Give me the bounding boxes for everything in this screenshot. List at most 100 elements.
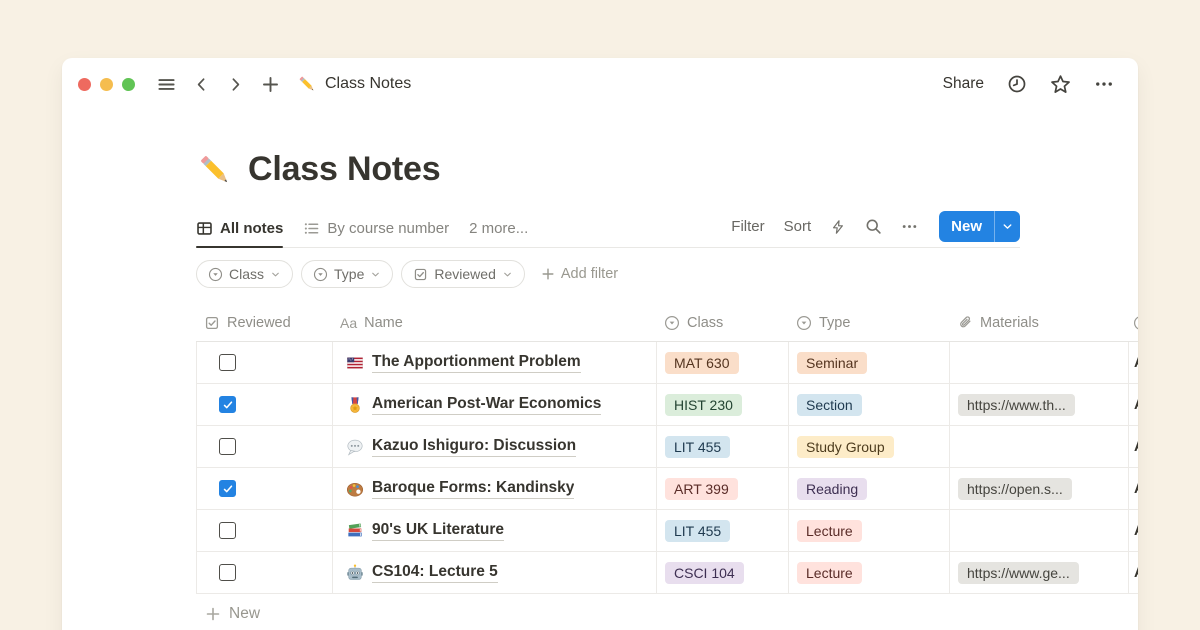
row-checkbox[interactable] (219, 354, 236, 371)
materials-link[interactable]: https://open.s... (958, 478, 1072, 500)
note-title-link[interactable]: American Post-War Economics (372, 395, 601, 415)
name-cell[interactable]: American Post-War Economics (332, 384, 656, 425)
breadcrumb[interactable]: Class Notes (297, 74, 411, 94)
materials-cell[interactable]: https://www.ge... (949, 552, 1128, 593)
row-checkbox[interactable] (219, 438, 236, 455)
new-page-icon[interactable] (261, 75, 280, 94)
reviewed-cell[interactable] (196, 426, 332, 467)
materials-cell[interactable] (949, 426, 1128, 467)
type-cell[interactable]: Seminar (788, 342, 949, 383)
type-cell[interactable]: Lecture (788, 510, 949, 551)
add-filter-button[interactable]: Add filter (541, 266, 618, 282)
note-title-link[interactable]: Baroque Forms: Kandinsky (372, 479, 574, 499)
column-header-type[interactable]: Type (788, 304, 949, 341)
checkbox-icon (413, 267, 428, 282)
materials-cell[interactable]: https://www.th... (949, 384, 1128, 425)
more-icon[interactable] (901, 218, 918, 235)
row-checkbox[interactable] (219, 480, 236, 497)
name-cell[interactable]: Baroque Forms: Kandinsky (332, 468, 656, 509)
close-window-button[interactable] (78, 78, 91, 91)
filter-pill-type[interactable]: Type (301, 260, 393, 288)
reviewed-cell[interactable] (196, 384, 332, 425)
type-cell[interactable]: Section (788, 384, 949, 425)
filter-pill-label: Type (334, 266, 364, 282)
note-title-link[interactable]: CS104: Lecture 5 (372, 563, 498, 583)
note-title-link[interactable]: Kazuo Ishiguro: Discussion (372, 437, 576, 457)
row-checkbox[interactable] (219, 396, 236, 413)
pencil-icon[interactable] (196, 151, 234, 189)
pencil-icon (297, 74, 317, 94)
materials-link[interactable]: https://www.th... (958, 394, 1075, 416)
note-title-link[interactable]: The Apportionment Problem (372, 353, 581, 373)
column-header-clipped[interactable] (1128, 304, 1138, 341)
class-tag: LIT 455 (665, 520, 730, 542)
filter-bar: Class Type Reviewed Add filter (196, 260, 1138, 288)
filter-pill-reviewed[interactable]: Reviewed (401, 260, 524, 288)
zoom-window-button[interactable] (122, 78, 135, 91)
name-cell[interactable]: CS104: Lecture 5 (332, 552, 656, 593)
search-icon[interactable] (865, 218, 882, 235)
materials-cell[interactable] (949, 510, 1128, 551)
column-header-materials[interactable]: Materials (949, 304, 1128, 341)
column-header-name[interactable]: Aa Name (332, 304, 656, 341)
page-content: Class Notes All notes By course number 2… (62, 150, 1138, 630)
class-cell[interactable]: CSCI 104 (656, 552, 788, 593)
reviewed-cell[interactable] (196, 552, 332, 593)
class-cell[interactable]: MAT 630 (656, 342, 788, 383)
type-cell[interactable]: Reading (788, 468, 949, 509)
row-checkbox[interactable] (219, 564, 236, 581)
new-split-button: New (939, 211, 1020, 242)
filter-pill-class[interactable]: Class (196, 260, 293, 288)
tab-more-views[interactable]: 2 more... (469, 220, 528, 247)
clipped-cell: A (1128, 384, 1138, 425)
new-row-button[interactable]: New (196, 594, 1138, 630)
reviewed-cell[interactable] (196, 510, 332, 551)
class-cell[interactable]: ART 399 (656, 468, 788, 509)
minimize-window-button[interactable] (100, 78, 113, 91)
type-cell[interactable]: Study Group (788, 426, 949, 467)
tab-by-course-number[interactable]: By course number (303, 220, 449, 247)
hamburger-icon[interactable] (157, 75, 176, 94)
lightning-icon[interactable] (830, 219, 846, 235)
type-tag: Lecture (797, 562, 862, 584)
select-icon (796, 315, 812, 331)
column-label: Materials (980, 315, 1039, 331)
reviewed-cell[interactable] (196, 468, 332, 509)
name-cell[interactable]: 90's UK Literature (332, 510, 656, 551)
share-button[interactable]: Share (943, 75, 984, 93)
traffic-lights (78, 78, 135, 91)
plus-icon (205, 606, 221, 622)
class-cell[interactable]: LIT 455 (656, 426, 788, 467)
tab-all-notes[interactable]: All notes (196, 220, 283, 247)
type-tag: Lecture (797, 520, 862, 542)
column-header-class[interactable]: Class (656, 304, 788, 341)
column-header-reviewed[interactable]: Reviewed (196, 304, 332, 341)
class-cell[interactable]: HIST 230 (656, 384, 788, 425)
sort-button[interactable]: Sort (784, 218, 812, 235)
materials-cell[interactable]: https://open.s... (949, 468, 1128, 509)
class-cell[interactable]: LIT 455 (656, 510, 788, 551)
materials-link[interactable]: https://www.ge... (958, 562, 1079, 584)
type-cell[interactable]: Lecture (788, 552, 949, 593)
new-dropdown-button[interactable] (994, 211, 1020, 242)
chevron-down-icon (270, 269, 281, 280)
class-tag: HIST 230 (665, 394, 742, 416)
nav-group (157, 75, 280, 94)
name-cell[interactable]: Kazuo Ishiguro: Discussion (332, 426, 656, 467)
clock-icon[interactable] (1007, 74, 1027, 94)
note-title-link[interactable]: 90's UK Literature (372, 521, 504, 541)
forward-icon[interactable] (227, 76, 244, 93)
star-icon[interactable] (1050, 74, 1071, 95)
tab-label: All notes (220, 220, 283, 237)
back-icon[interactable] (193, 76, 210, 93)
more-icon[interactable] (1094, 74, 1114, 94)
app-window: Class Notes Share Class Notes All (62, 58, 1138, 630)
name-cell[interactable]: The Apportionment Problem (332, 342, 656, 383)
new-button[interactable]: New (939, 211, 994, 242)
filter-button[interactable]: Filter (731, 218, 764, 235)
row-checkbox[interactable] (219, 522, 236, 539)
materials-cell[interactable] (949, 342, 1128, 383)
column-label: Name (364, 315, 403, 331)
column-label: Type (819, 315, 850, 331)
reviewed-cell[interactable] (196, 342, 332, 383)
